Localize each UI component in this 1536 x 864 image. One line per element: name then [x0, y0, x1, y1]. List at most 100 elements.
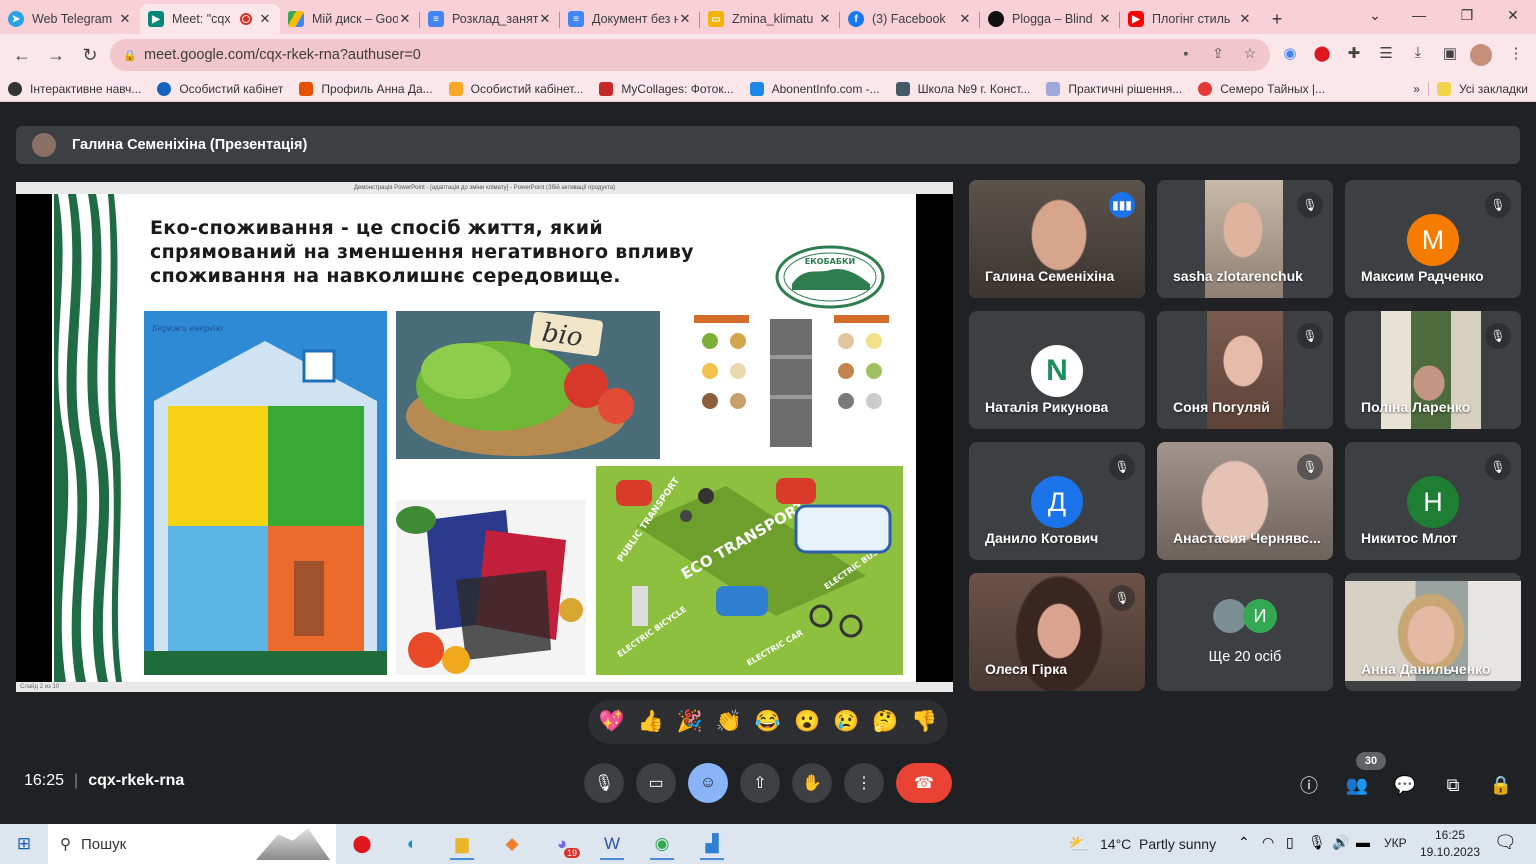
opera-icon[interactable]: ⬤	[1310, 44, 1334, 68]
tab-document[interactable]: ≡ Документ без назви ✕	[560, 4, 700, 34]
more-participants-tile[interactable]: И Ще 20 осіб	[1157, 573, 1333, 691]
close-tab-icon[interactable]: ✕	[398, 11, 412, 27]
bookmark-item[interactable]: Особистий кабінет...	[441, 81, 592, 96]
reaction-surprised[interactable]: 😮	[789, 710, 825, 734]
reaction-crying[interactable]: 😢	[828, 710, 864, 734]
all-bookmarks-button[interactable]: Усі закладки	[1427, 81, 1536, 96]
participant-tile[interactable]: Д 🎙 Данило Котович	[969, 442, 1145, 560]
taskbar-clock[interactable]: 16:25 19.10.2023	[1418, 827, 1482, 861]
url-text[interactable]: meet.google.com/cqx-rkek-rna?authuser=0	[144, 47, 421, 63]
close-tab-icon[interactable]: ✕	[678, 11, 692, 27]
battery-icon[interactable]: ▬	[1356, 834, 1370, 850]
tab-web-telegram[interactable]: ➤ Web Telegram ✕	[0, 4, 140, 34]
participant-tile[interactable]: ▮▮▮ Галина Семеніхіна	[969, 180, 1145, 298]
leave-call-button[interactable]: ☎	[896, 763, 952, 803]
raise-hand-button[interactable]: ✋	[792, 763, 832, 803]
windows-start-icon[interactable]: ⊞	[4, 828, 44, 860]
close-tab-icon[interactable]: ✕	[258, 11, 272, 27]
bookmark-item[interactable]: Семеро Тайных |...	[1190, 81, 1333, 96]
download-icon[interactable]: ⤓	[1406, 44, 1430, 68]
tab-search-icon[interactable]: ⌄	[1352, 0, 1398, 30]
close-tab-icon[interactable]: ✕	[1098, 11, 1112, 27]
presentation-screen[interactable]: Демонстрація PowerPoint - [адаптація до …	[16, 182, 953, 692]
bookmark-item[interactable]: AbonentInfo.com -...	[742, 81, 888, 96]
host-controls-icon[interactable]: 🔒	[1486, 770, 1516, 800]
minimize-icon[interactable]: —	[1396, 0, 1442, 30]
close-tab-icon[interactable]: ✕	[1238, 11, 1252, 27]
address-bar[interactable]: 🔒 meet.google.com/cqx-rkek-rna?authuser=…	[110, 39, 1270, 71]
microphone-button[interactable]: 🎙	[584, 763, 624, 803]
bookmark-star-icon[interactable]: ☆	[1240, 45, 1260, 65]
tab-plogga[interactable]: Plogga – Blind ✕	[980, 4, 1120, 34]
participant-tile[interactable]: 🎙 sasha zlotarenchuk	[1157, 180, 1333, 298]
volume-icon[interactable]: 🔊	[1332, 834, 1349, 851]
reaction-joy[interactable]: 😂	[750, 710, 786, 734]
weather-text[interactable]: 14°C Partly sunny	[1100, 836, 1216, 852]
activities-icon[interactable]: ⧉	[1438, 770, 1468, 800]
microphone-tray-icon[interactable]: 🎙	[1308, 834, 1326, 851]
chat-icon[interactable]: 💬	[1390, 770, 1420, 800]
tab-google-drive[interactable]: Мій диск – Google ✕	[280, 4, 420, 34]
word-app-icon[interactable]: W	[592, 828, 632, 860]
lock-icon[interactable]: 🔒	[116, 49, 144, 62]
close-tab-icon[interactable]: ✕	[818, 11, 832, 27]
bookmark-item[interactable]: Інтерактивне навч...	[0, 81, 149, 96]
participant-tile[interactable]: 🎙 Анастасия Чернявс...	[1157, 442, 1333, 560]
camera-icon[interactable]: ▪	[1176, 45, 1196, 65]
tab-meet[interactable]: ▶ Meet: "cqx ✕	[140, 4, 280, 34]
bookmark-item[interactable]: MyCollages: Фоток...	[591, 81, 741, 96]
paint-app-icon[interactable]: ▟	[692, 828, 732, 860]
tab-zmina-klimatu[interactable]: ▭ Zmina_klimatu ✕	[700, 4, 840, 34]
reaction-thinking[interactable]: 🤔	[867, 710, 903, 734]
edge-app-icon[interactable]: ◐	[392, 828, 432, 860]
bookmarks-overflow-button[interactable]: »	[1405, 82, 1428, 96]
present-screen-button[interactable]: ⇧	[740, 763, 780, 803]
media-icon[interactable]: ☰	[1374, 44, 1398, 68]
bookmark-item[interactable]: Практичні рішення...	[1038, 81, 1190, 96]
chrome-app-icon[interactable]: ◉	[642, 828, 682, 860]
bookmark-item[interactable]: Особистий кабінет	[149, 81, 291, 96]
reaction-thumbs-down[interactable]: 👎	[906, 710, 942, 734]
profile-avatar[interactable]	[1470, 44, 1492, 66]
close-tab-icon[interactable]: ✕	[538, 11, 552, 27]
meeting-details-icon[interactable]: ⓘ	[1294, 770, 1324, 800]
taskbar-search[interactable]: ⚲ Пошук	[48, 824, 336, 864]
file-explorer-app-icon[interactable]: ▆	[442, 828, 482, 860]
reaction-thumbs-up[interactable]: 👍	[633, 710, 669, 734]
bookmark-item[interactable]: Школа №9 г. Конст...	[888, 81, 1039, 96]
bookmark-item[interactable]: Профиль Анна Да...	[291, 81, 440, 96]
new-tab-button[interactable]: +	[1260, 4, 1294, 34]
share-icon[interactable]: ⇪	[1208, 45, 1228, 65]
reload-icon[interactable]: ↻	[74, 39, 106, 71]
side-panel-icon[interactable]: ▣	[1438, 44, 1462, 68]
notifications-icon[interactable]: 🗨	[1494, 832, 1517, 853]
camera-button[interactable]: ▭	[636, 763, 676, 803]
close-tab-icon[interactable]: ✕	[958, 11, 972, 27]
emoji-reactions-button[interactable]: ☺	[688, 763, 728, 803]
tab-youtube[interactable]: ▶ Плогінг стиль ✕	[1120, 4, 1260, 34]
viber-app-icon[interactable]: ◕ 19	[542, 828, 582, 860]
restore-icon[interactable]: ❐	[1444, 0, 1490, 30]
back-icon[interactable]: ←	[6, 39, 38, 71]
reaction-party-popper[interactable]: 🎉	[672, 710, 708, 734]
participant-tile[interactable]: Н 🎙 Никитос Млот	[1345, 442, 1521, 560]
more-options-button[interactable]: ⋮	[844, 763, 884, 803]
extensions-icon[interactable]: ✚	[1342, 44, 1366, 68]
participant-tile[interactable]: 🎙 Поліна Ларенко	[1345, 311, 1521, 429]
opera-app-icon[interactable]: ⬤	[342, 828, 382, 860]
participant-tile[interactable]: 🎙 Олеся Гірка	[969, 573, 1145, 691]
device-icon[interactable]: ▯	[1286, 834, 1294, 851]
reaction-clapping[interactable]: 👏	[711, 710, 747, 734]
reaction-sparkling-heart[interactable]: 💖	[594, 710, 630, 734]
network-icon[interactable]: ◠	[1262, 834, 1274, 851]
sublime-app-icon[interactable]: ◆	[492, 828, 532, 860]
close-tab-icon[interactable]: ✕	[118, 11, 132, 27]
tab-facebook[interactable]: f (3) Facebook ✕	[840, 4, 980, 34]
tab-rozklad[interactable]: ≡ Розклад_занять ✕	[420, 4, 560, 34]
forward-icon[interactable]: →	[40, 39, 72, 71]
participant-tile[interactable]: Анна Данильченко	[1345, 573, 1521, 691]
people-icon[interactable]: 👥	[1342, 770, 1372, 800]
show-hidden-icons[interactable]: ⌃	[1238, 834, 1250, 851]
menu-icon[interactable]: ⋮	[1504, 44, 1528, 68]
extension-blue-icon[interactable]: ◉	[1278, 44, 1302, 68]
